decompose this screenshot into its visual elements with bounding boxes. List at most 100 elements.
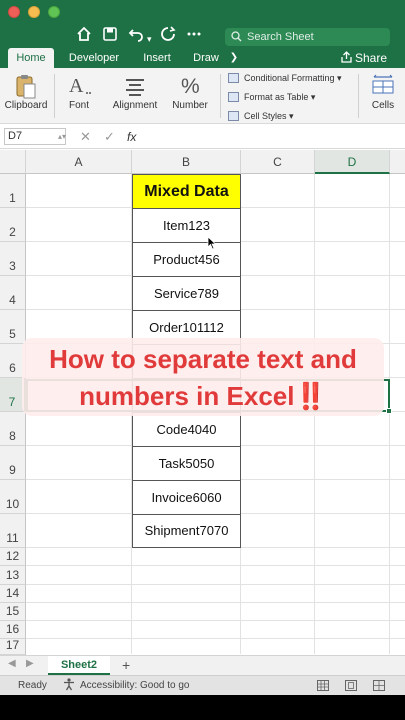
row-header-14[interactable]: 14: [0, 585, 26, 603]
normal-view-icon[interactable]: [317, 680, 329, 691]
cell-styles-button[interactable]: Cell Styles ▾: [228, 110, 294, 122]
row-header-10[interactable]: 10: [0, 480, 26, 514]
cell-styles-label: Cell Styles: [244, 111, 287, 121]
column-header-a[interactable]: A: [26, 150, 132, 174]
cells-group[interactable]: Cells: [366, 72, 400, 111]
column-header-d[interactable]: D: [315, 150, 390, 174]
cell-b1-header[interactable]: Mixed Data: [132, 174, 241, 209]
clipboard-group[interactable]: Clipboard: [4, 72, 48, 111]
row-header-4[interactable]: 4: [0, 276, 26, 310]
formula-bar: D7 ▴▾ ✕ ✓ fx: [0, 125, 405, 149]
confirm-icon[interactable]: ✓: [104, 128, 115, 146]
minimize-window-button[interactable]: [28, 6, 40, 18]
cell-b8[interactable]: Code4040: [132, 412, 241, 447]
status-ready: Ready: [18, 680, 47, 691]
select-all-corner[interactable]: [0, 150, 26, 174]
home-icon[interactable]: [76, 26, 92, 47]
row-number: 3: [9, 259, 16, 273]
page-break-view-icon[interactable]: [373, 680, 385, 691]
row-header-1[interactable]: 1: [0, 174, 26, 208]
row-header-2[interactable]: 2: [0, 208, 26, 242]
clipboard-label: Clipboard: [4, 100, 48, 111]
share-button[interactable]: Share: [340, 48, 387, 68]
row-number: 10: [5, 497, 20, 511]
font-icon: A: [62, 72, 96, 100]
cancel-icon[interactable]: ✕: [80, 128, 91, 146]
prev-sheet-icon[interactable]: ◀: [8, 658, 16, 669]
cell-b10[interactable]: Invoice6060: [132, 480, 241, 515]
close-window-button[interactable]: [8, 6, 20, 18]
row-number: 17: [5, 638, 20, 652]
ribbon-tabs: Home Developer Insert Draw ❯ Share: [0, 48, 405, 68]
name-box-dropdown-icon[interactable]: ▴▾: [58, 128, 66, 146]
format-as-table-button[interactable]: Format as Table ▾: [228, 91, 315, 103]
tab-developer[interactable]: Developer: [62, 48, 126, 68]
gridline: [26, 602, 405, 603]
tabs-overflow-icon[interactable]: ❯: [226, 48, 242, 68]
alignment-group[interactable]: Alignment: [112, 72, 158, 111]
add-sheet-button[interactable]: +: [122, 657, 130, 673]
more-icon[interactable]: [186, 26, 202, 47]
undo-dropdown-icon[interactable]: ▾: [147, 30, 152, 48]
name-box[interactable]: D7: [4, 128, 66, 145]
row-number: 5: [9, 327, 16, 341]
row-number: 15: [5, 604, 20, 618]
row-number: 14: [5, 586, 20, 600]
insert-function-icon[interactable]: fx: [127, 128, 136, 146]
row-header-16[interactable]: 16: [0, 621, 26, 639]
align-center-icon: [112, 72, 158, 100]
undo-icon[interactable]: [128, 26, 144, 47]
sheet-tab-bar: ◀ ▶ Sheet2 +: [0, 655, 405, 675]
search-input[interactable]: Search Sheet: [225, 28, 390, 46]
zoom-window-button[interactable]: [48, 6, 60, 18]
row-header-17[interactable]: 17: [0, 638, 26, 655]
row-header-8[interactable]: 8: [0, 412, 26, 446]
row-header-9[interactable]: 9: [0, 446, 26, 480]
fill-handle[interactable]: [386, 408, 392, 414]
column-header-e[interactable]: [390, 150, 405, 174]
caption-line-1: How to separate text and: [49, 344, 357, 374]
row-header-12[interactable]: 12: [0, 548, 26, 566]
mouse-pointer-icon: [207, 236, 217, 255]
accessibility-status[interactable]: Accessibility: Good to go: [80, 676, 190, 696]
clipboard-icon: [4, 72, 48, 100]
tab-insert[interactable]: Insert: [136, 48, 178, 68]
column-header-c[interactable]: C: [241, 150, 315, 174]
sheet-tab-sheet2[interactable]: Sheet2: [48, 656, 110, 675]
conditional-formatting-label: Conditional Formatting: [244, 73, 335, 83]
share-icon: [340, 51, 355, 65]
row-number: 4: [9, 293, 16, 307]
cell-b4[interactable]: Service789: [132, 276, 241, 311]
letterbox-bar: [0, 695, 405, 720]
search-placeholder: Search Sheet: [247, 31, 314, 43]
next-sheet-icon[interactable]: ▶: [26, 658, 34, 669]
gridline: [26, 584, 405, 585]
row-header-11[interactable]: 11: [0, 514, 26, 548]
number-group[interactable]: % Number: [170, 72, 210, 111]
cell-b3[interactable]: Product456: [132, 242, 241, 277]
row-number: 11: [6, 531, 19, 545]
row-header-3[interactable]: 3: [0, 242, 26, 276]
cells-icon: [366, 72, 400, 100]
cell-b2[interactable]: Item123: [132, 208, 241, 243]
cell-b9[interactable]: Task5050: [132, 446, 241, 481]
page-layout-view-icon[interactable]: [345, 680, 357, 691]
row-header-13[interactable]: 13: [0, 566, 26, 585]
row-header-5[interactable]: 5: [0, 310, 26, 344]
redo-icon[interactable]: [160, 26, 176, 47]
tab-home[interactable]: Home: [8, 48, 54, 68]
svg-text:A: A: [69, 75, 84, 97]
ribbon-separator: [220, 74, 221, 118]
column-header-b[interactable]: B: [132, 150, 241, 174]
ribbon-separator: [54, 74, 55, 118]
save-icon[interactable]: [102, 26, 118, 47]
tab-draw[interactable]: Draw: [188, 48, 224, 68]
conditional-formatting-button[interactable]: Conditional Formatting ▾: [228, 72, 342, 84]
row-header-15[interactable]: 15: [0, 603, 26, 621]
title-bar: ▾ Search Sheet: [0, 0, 405, 50]
gridline: [26, 638, 405, 639]
font-group[interactable]: A Font: [62, 72, 96, 111]
conditional-formatting-icon: [228, 73, 239, 83]
cells-label: Cells: [371, 100, 395, 111]
cell-b11[interactable]: Shipment7070: [132, 514, 241, 548]
